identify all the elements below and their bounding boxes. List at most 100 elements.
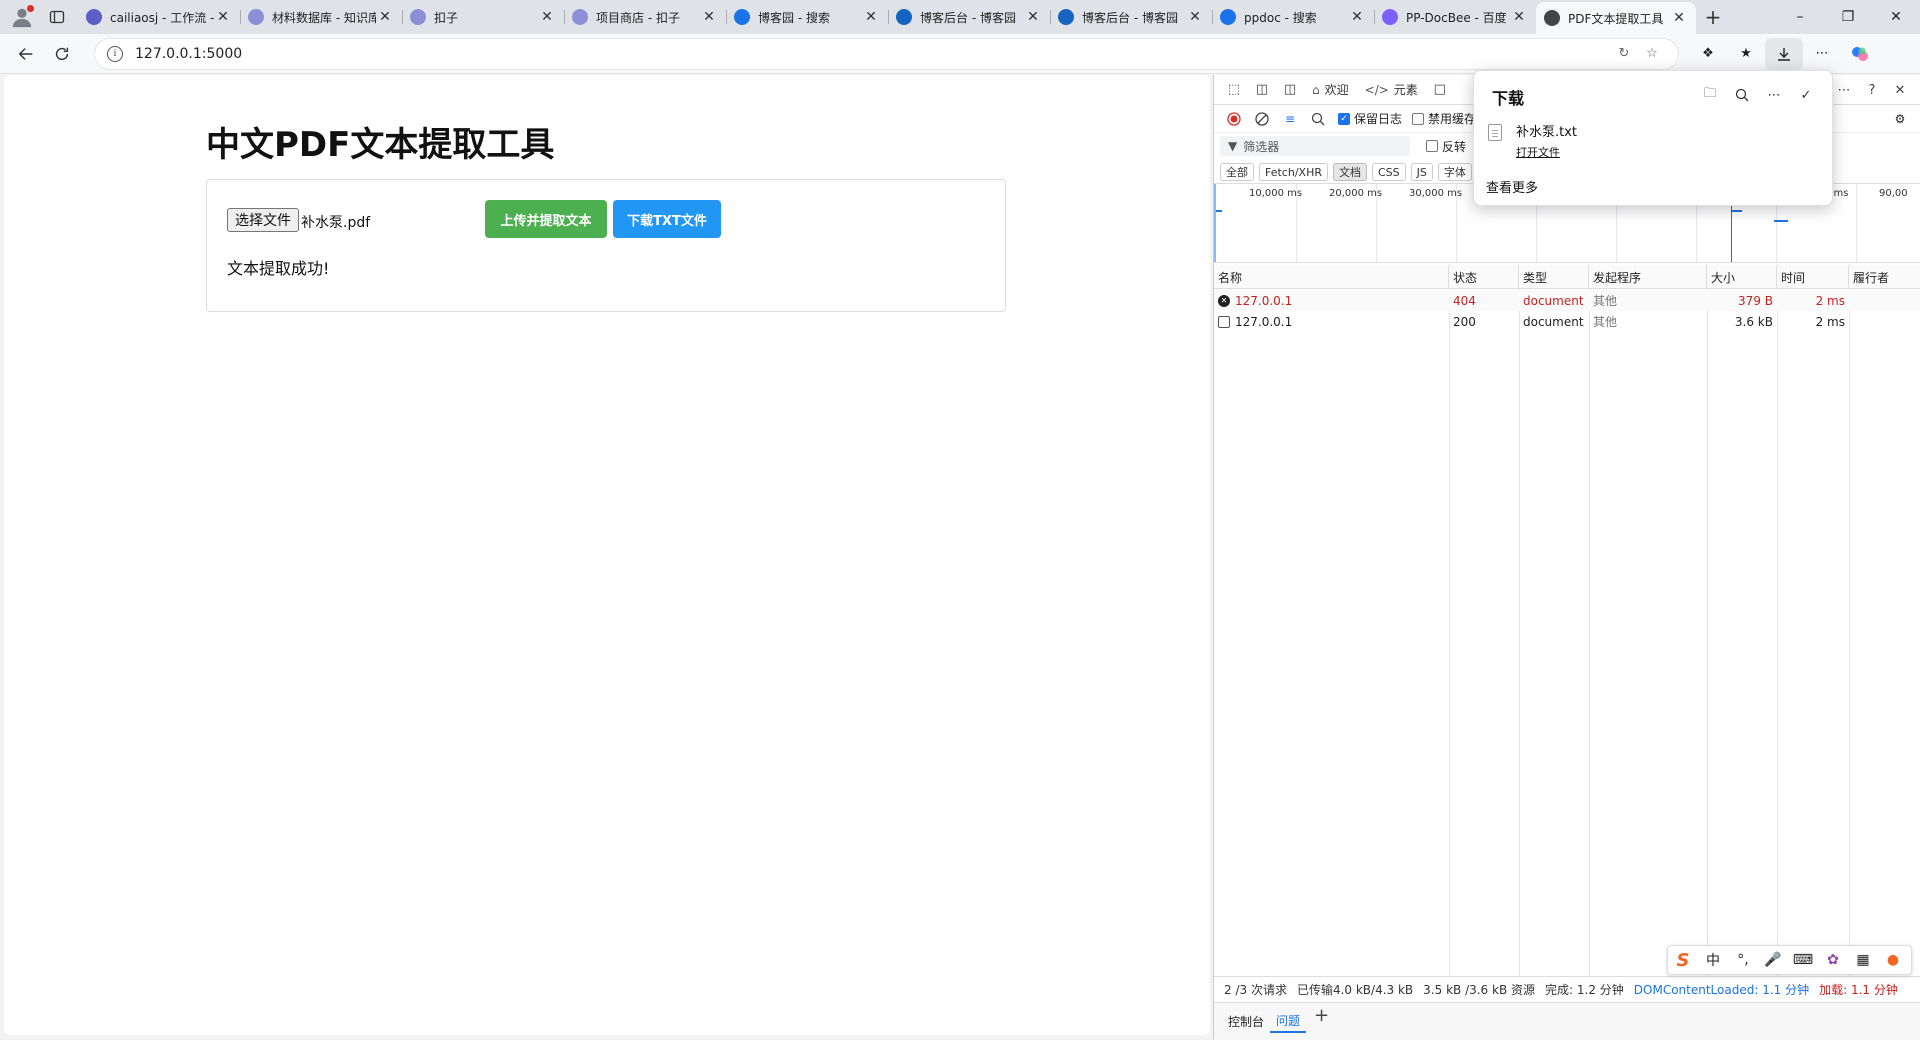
inspect-element-icon[interactable]: ⬚ (1220, 76, 1248, 104)
tab-actions-button[interactable] (42, 3, 72, 31)
browser-tab[interactable]: 博客后台 - 博客园 ✕ (888, 3, 1050, 31)
preserve-log-checkbox[interactable]: ✓ 保留日志 (1338, 110, 1402, 127)
type-filter-chip[interactable]: CSS (1371, 163, 1406, 181)
type-filter-chip[interactable]: 文档 (1332, 163, 1367, 181)
type-filter-chip[interactable]: 全部 (1220, 163, 1254, 181)
help-icon[interactable]: ? (1858, 77, 1886, 103)
site-info-icon[interactable]: i (107, 45, 123, 62)
cell-initiator: 其他 (1589, 311, 1707, 332)
browser-tab[interactable]: ppdoc - 搜索 ✕ (1212, 3, 1374, 31)
open-file-link[interactable]: 打开文件 (1516, 144, 1577, 160)
download-file-name[interactable]: 补水泵.txt (1516, 121, 1577, 140)
tab-close-icon[interactable]: ✕ (1510, 8, 1528, 26)
url-text[interactable]: 127.0.0.1:5000 (135, 46, 1610, 62)
profile-button[interactable] (8, 3, 36, 31)
search-icon[interactable] (1304, 106, 1332, 132)
tab-close-icon[interactable]: ✕ (1024, 8, 1042, 26)
browser-tab[interactable]: PP-DocBee - 百度 ✕ (1374, 3, 1536, 31)
tab-close-icon[interactable]: ✕ (1186, 8, 1204, 26)
tab-welcome[interactable]: ⌂ 欢迎 (1312, 81, 1349, 98)
copilot-icon[interactable] (1841, 38, 1879, 70)
col-fulfilled-by-header[interactable]: 履行者 (1849, 265, 1920, 289)
minimize-button[interactable]: – (1776, 0, 1824, 34)
choose-file-button[interactable]: 选择文件 (227, 208, 299, 232)
more-options-icon[interactable]: ⋯ (1758, 83, 1790, 107)
device-emulation-icon[interactable]: ◫ (1248, 76, 1276, 104)
keyboard-icon[interactable]: ⌨ (1788, 946, 1818, 974)
clear-icon[interactable] (1248, 106, 1276, 132)
microphone-icon[interactable]: 🎤 (1758, 946, 1788, 974)
timeline-gridline (1856, 184, 1857, 262)
reload-button[interactable] (44, 38, 80, 70)
close-window-button[interactable]: ✕ (1872, 0, 1920, 34)
more-tools-icon[interactable]: ⋯ (1830, 77, 1858, 103)
ime-mode-toggle[interactable]: 中 (1698, 946, 1728, 974)
type-filter-chip[interactable]: JS (1410, 163, 1433, 181)
upload-extract-button[interactable]: 上传并提取文本 (485, 200, 607, 238)
table-row[interactable]: 127.0.0.1 200 document 其他 3.6 kB 2 ms (1214, 311, 1920, 332)
col-status-header[interactable]: 状态 (1449, 265, 1519, 289)
filter-toggle-icon[interactable]: ≡ (1276, 106, 1304, 132)
network-settings-icon[interactable]: ⚙ (1886, 106, 1914, 132)
browser-tab[interactable]: cailiaosj - 工作流 - ✕ (78, 3, 240, 31)
col-time-header[interactable]: 时间 (1777, 265, 1849, 289)
col-initiator-header[interactable]: 发起程序 (1589, 265, 1707, 289)
tab-elements[interactable]: </> 元素 (1365, 81, 1418, 98)
favorite-star-icon[interactable]: ☆ (1638, 46, 1666, 61)
record-icon[interactable] (1220, 106, 1248, 132)
punctuation-icon[interactable]: °, (1728, 946, 1758, 974)
col-size-header[interactable]: 大小 (1707, 265, 1777, 289)
col-type-header[interactable]: 类型 (1519, 265, 1589, 289)
drawer-tab-issues[interactable]: 问题 (1270, 1009, 1307, 1033)
favorites-icon[interactable]: ★ (1727, 38, 1765, 70)
browser-tab[interactable]: 博客后台 - 博客园 ✕ (1050, 3, 1212, 31)
browser-tab[interactable]: 材料数据库 - 知识库 ✕ (240, 3, 402, 31)
type-filter-chip[interactable]: Fetch/XHR (1259, 163, 1328, 181)
notification-dot (27, 5, 34, 12)
type-filter-chip[interactable]: 字体 (1437, 163, 1472, 181)
tab-close-icon[interactable]: ✕ (1670, 9, 1688, 27)
timeline-selection-handle[interactable] (1214, 184, 1216, 262)
translate-icon[interactable]: ↻ (1610, 46, 1638, 61)
close-devtools-icon[interactable]: ✕ (1886, 77, 1914, 103)
disable-cache-checkbox[interactable]: 禁用缓存 (1412, 110, 1476, 127)
search-downloads-icon[interactable] (1726, 83, 1758, 107)
tab-close-icon[interactable]: ✕ (376, 8, 394, 26)
error-icon: ✕ (1218, 294, 1230, 307)
tab-close-icon[interactable]: ✕ (1348, 8, 1366, 26)
browser-tab[interactable]: PDF文本提取工具 ✕ (1536, 2, 1696, 34)
skin-icon[interactable]: ✿ (1818, 946, 1848, 974)
dock-side-icon[interactable]: ◫ (1276, 76, 1304, 104)
drawer-tab-console[interactable]: 控制台 (1222, 1009, 1270, 1033)
cell-type: document (1519, 311, 1589, 332)
browser-tab[interactable]: 项目商店 - 扣子 ✕ (564, 3, 726, 31)
address-bar[interactable]: i 127.0.0.1:5000 ↻ ☆ (94, 37, 1679, 70)
filter-input[interactable]: ▼ 筛选器 (1220, 136, 1410, 156)
tab-close-icon[interactable]: ✕ (538, 8, 556, 26)
download-txt-button[interactable]: 下载TXT文件 (613, 200, 721, 238)
back-button[interactable] (8, 38, 44, 70)
mascot-icon[interactable]: ● (1878, 946, 1908, 974)
toolbox-icon[interactable]: ▦ (1848, 946, 1878, 974)
add-drawer-tab-icon[interactable]: + (1314, 1005, 1329, 1026)
sogou-logo-icon[interactable]: S (1668, 946, 1698, 974)
pin-icon[interactable]: ✓ (1790, 83, 1822, 107)
see-more-link[interactable]: 查看更多 (1486, 177, 1538, 196)
browser-tab[interactable]: 扣子 ✕ (402, 3, 564, 31)
col-name-header[interactable]: 名称 (1214, 265, 1449, 289)
download-item[interactable]: 补水泵.txt 打开文件 (1488, 121, 1577, 160)
tab-close-icon[interactable]: ✕ (214, 8, 232, 26)
browser-tab[interactable]: 博客园 - 搜索 ✕ (726, 3, 888, 31)
extensions-icon[interactable]: ❖ (1689, 38, 1727, 70)
table-row[interactable]: ✕ 127.0.0.1 404 document 其他 379 B 2 ms (1214, 290, 1920, 311)
open-folder-icon[interactable]: 🗀 (1694, 83, 1726, 107)
console-tab-icon[interactable]: □ (1426, 76, 1454, 104)
restore-button[interactable]: ❐ (1824, 0, 1872, 34)
cell-text: 404 (1453, 293, 1476, 308)
tab-close-icon[interactable]: ✕ (862, 8, 880, 26)
new-tab-button[interactable]: + (1696, 3, 1730, 31)
downloads-icon[interactable] (1765, 37, 1803, 70)
more-menu-icon[interactable]: ⋯ (1803, 38, 1841, 70)
invert-checkbox[interactable]: 反转 (1426, 138, 1466, 155)
tab-close-icon[interactable]: ✕ (700, 8, 718, 26)
